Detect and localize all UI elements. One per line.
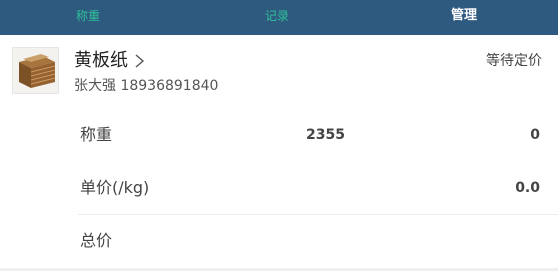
product-thumbnail	[12, 47, 59, 94]
seller-contact: 张大强 18936891840	[74, 78, 219, 94]
total-label: 总价	[80, 231, 113, 250]
tab-records[interactable]: 记录	[241, 0, 313, 35]
pricing-status: 等待定价	[486, 53, 542, 69]
weigh-row: 称重 2355 0	[0, 109, 558, 161]
weigh-label: 称重	[80, 125, 113, 144]
unit-price-label: 单价(/kg)	[80, 178, 150, 197]
tab-weigh[interactable]: 称重	[52, 0, 124, 35]
product-header[interactable]: 黄板纸 张大强 18936891840 等待定价	[0, 35, 558, 105]
total-row: 总价	[0, 215, 558, 267]
tab-manage[interactable]: 管理	[428, 0, 500, 35]
unit-price-value[interactable]: 0.0	[515, 179, 540, 197]
weigh-value: 0	[530, 127, 540, 143]
cardboard-box-icon	[13, 48, 58, 93]
unit-price-row[interactable]: 单价(/kg) 0.0	[0, 162, 558, 214]
product-name[interactable]: 黄板纸	[74, 49, 128, 73]
weigh-reading: 2355	[306, 127, 345, 143]
chevron-right-icon[interactable]	[132, 53, 146, 69]
top-tab-bar: 称重 记录 管理	[0, 0, 558, 35]
